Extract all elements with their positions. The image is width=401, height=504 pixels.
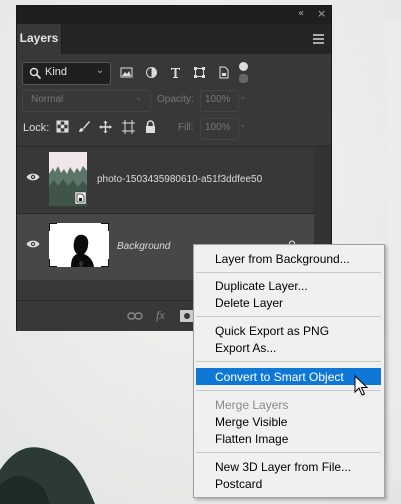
blend-mode-dropdown[interactable]: Normal ⌄ bbox=[22, 90, 151, 112]
menu-item-merge-layers: Merge Layers bbox=[215, 398, 289, 412]
menu-item-merge-visible[interactable]: Merge Visible bbox=[215, 415, 287, 429]
filter-kind-dropdown[interactable]: Kind ⌄ bbox=[22, 62, 111, 85]
adjustment-layer-filter-icon[interactable] bbox=[145, 66, 158, 79]
mask-icon[interactable] bbox=[180, 310, 194, 322]
fill-field[interactable]: 100% bbox=[200, 118, 239, 140]
lock-image-pixels-icon[interactable] bbox=[78, 120, 91, 134]
menu-item-convert-to-smart-object[interactable]: Convert to Smart Object bbox=[215, 370, 344, 384]
filter-kind-label: Kind bbox=[45, 66, 68, 78]
chevron-down-icon: ⌄ bbox=[96, 65, 105, 76]
menu-item-quick-export-png[interactable]: Quick Export as PNG bbox=[215, 324, 329, 338]
tab-layers[interactable]: Layers bbox=[17, 24, 62, 54]
chevron-down-icon[interactable]: ⌄ bbox=[239, 92, 247, 102]
fx-icon[interactable]: fx bbox=[156, 308, 165, 323]
menu-separator bbox=[196, 452, 381, 453]
blend-mode-value: Normal bbox=[31, 94, 64, 105]
menu-item-layer-from-background[interactable]: Layer from Background... bbox=[215, 252, 350, 266]
link-icon[interactable] bbox=[127, 311, 143, 321]
collapse-panel-icon[interactable]: « bbox=[298, 8, 304, 19]
layer-name: photo-1503435980610-a51f3ddfee50 bbox=[97, 174, 263, 185]
prevent-auto-nesting-icon[interactable] bbox=[122, 120, 135, 134]
type-layer-filter-icon[interactable] bbox=[169, 66, 182, 79]
menu-item-new-3d-layer[interactable]: New 3D Layer from File... bbox=[215, 460, 351, 474]
lock-label: Lock: bbox=[23, 122, 50, 134]
layer-context-menu: Layer from Background... Duplicate Layer… bbox=[193, 244, 385, 498]
panel-tab-bar: Layers bbox=[17, 24, 331, 54]
close-panel-icon[interactable]: × bbox=[317, 7, 326, 20]
eye-visibility-icon[interactable] bbox=[26, 172, 40, 182]
lock-transparent-pixels-icon[interactable] bbox=[56, 120, 69, 134]
menu-separator bbox=[196, 361, 381, 362]
smart-object-filter-icon[interactable] bbox=[217, 66, 230, 79]
shape-layer-filter-icon[interactable] bbox=[193, 66, 206, 79]
mouse-cursor-icon bbox=[354, 375, 368, 396]
menu-item-postcard[interactable]: Postcard bbox=[215, 477, 262, 491]
menu-separator bbox=[196, 272, 381, 273]
pixel-layer-filter-icon[interactable] bbox=[120, 66, 133, 79]
chevron-down-icon[interactable]: ⌄ bbox=[239, 120, 247, 130]
menu-item-flatten-image[interactable]: Flatten Image bbox=[215, 432, 288, 446]
panel-title-strip[interactable]: « × bbox=[17, 6, 331, 24]
opacity-label: Opacity: bbox=[157, 94, 194, 105]
layer-row[interactable]: photo-1503435980610-a51f3ddfee50 bbox=[17, 147, 314, 214]
menu-separator bbox=[196, 316, 381, 317]
menu-item-delete-layer[interactable]: Delete Layer bbox=[215, 296, 283, 310]
search-icon bbox=[29, 67, 42, 80]
fill-value: 100% bbox=[205, 122, 231, 133]
menu-item-export-as[interactable]: Export As... bbox=[215, 341, 276, 355]
layer-thumbnail bbox=[49, 223, 109, 267]
layer-thumbnail bbox=[49, 152, 87, 206]
layer-name: Background bbox=[117, 241, 171, 252]
fill-label: Fill: bbox=[178, 122, 194, 133]
lock-all-icon[interactable] bbox=[144, 120, 157, 134]
chevron-down-icon: ⌄ bbox=[135, 93, 143, 103]
panel-menu-icon[interactable] bbox=[313, 34, 324, 44]
eye-visibility-icon[interactable] bbox=[26, 239, 40, 249]
lock-position-icon[interactable] bbox=[99, 120, 112, 134]
menu-item-duplicate-layer[interactable]: Duplicate Layer... bbox=[215, 279, 308, 293]
opacity-value: 100% bbox=[205, 94, 231, 105]
filter-toggle-switch[interactable] bbox=[239, 62, 248, 83]
opacity-field[interactable]: 100% bbox=[200, 90, 239, 112]
